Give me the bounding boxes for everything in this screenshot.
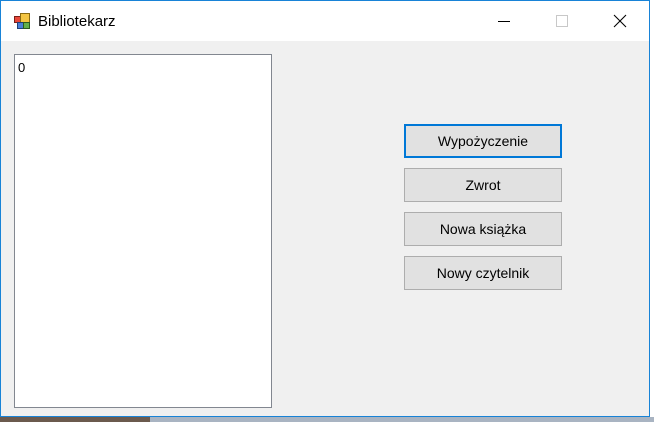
new-reader-button[interactable]: Nowy czytelnik	[404, 256, 562, 290]
desktop-right-strip	[650, 0, 654, 422]
maximize-button[interactable]	[533, 1, 591, 41]
minimize-icon	[498, 21, 510, 22]
return-button[interactable]: Zwrot	[404, 168, 562, 202]
app-icon[interactable]	[14, 13, 30, 29]
maximize-icon	[556, 15, 568, 27]
loan-button[interactable]: Wypożyczenie	[404, 124, 562, 158]
close-icon	[613, 14, 627, 28]
window-title: Bibliotekarz	[38, 13, 116, 30]
desktop-bottom-dark-strip	[0, 417, 150, 422]
minimize-button[interactable]	[475, 1, 533, 41]
list-item[interactable]: 0	[18, 60, 25, 75]
close-button[interactable]	[591, 1, 649, 41]
title-bar[interactable]: Bibliotekarz	[1, 1, 649, 41]
new-book-button[interactable]: Nowa książka	[404, 212, 562, 246]
items-listbox[interactable]: 0	[14, 54, 272, 408]
app-window: Bibliotekarz 0 Wypożyczenie Zwrot Nowa k…	[0, 0, 650, 417]
